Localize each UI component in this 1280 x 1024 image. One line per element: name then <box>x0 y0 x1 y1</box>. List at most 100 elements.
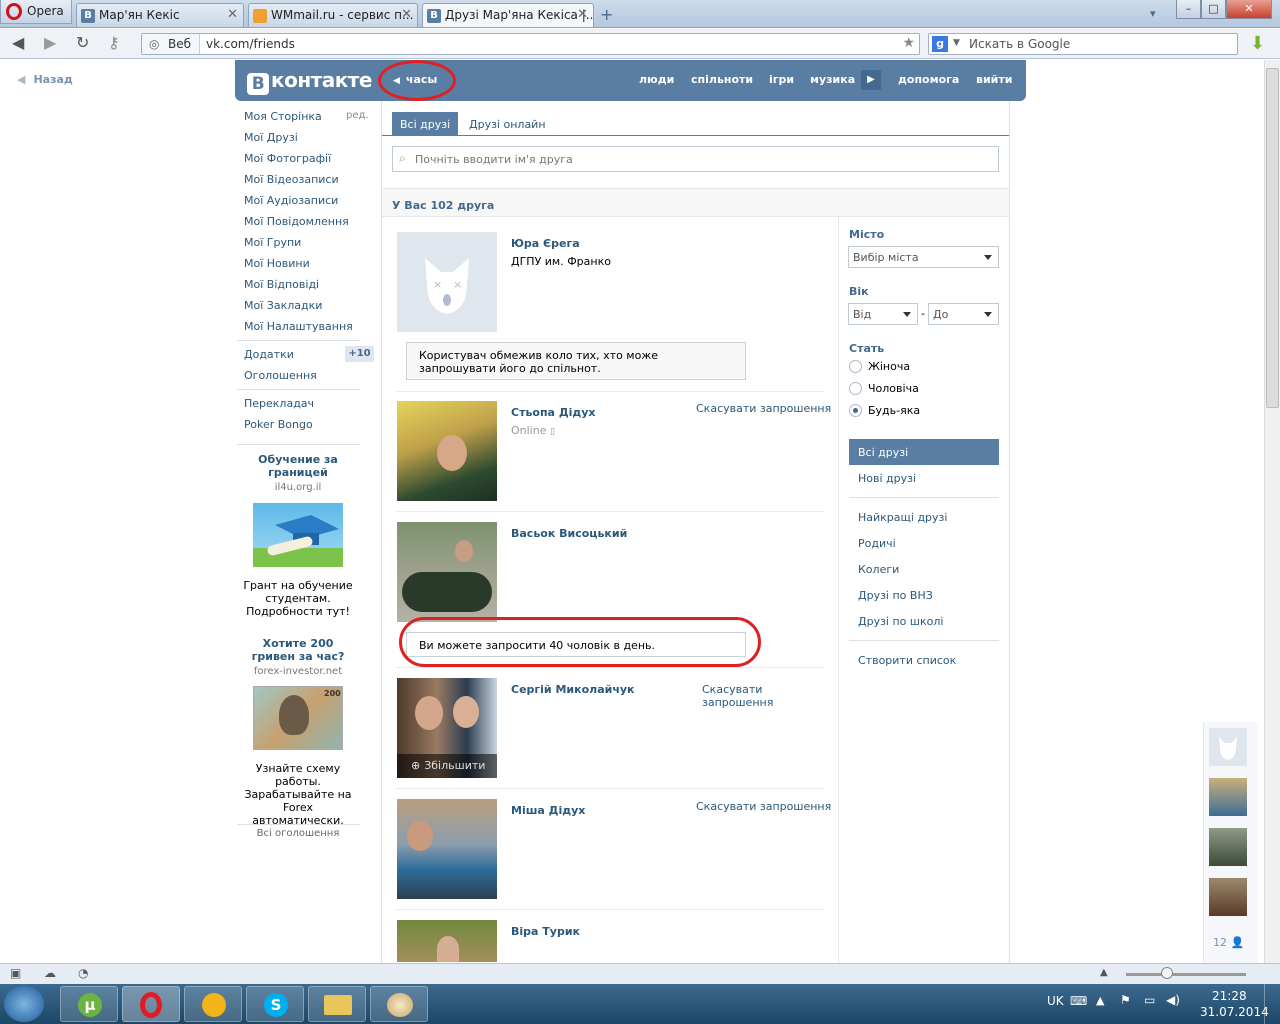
ad-title[interactable]: Хотите 200 гривен за час? <box>240 637 356 663</box>
start-button[interactable] <box>4 986 44 1022</box>
menu-audios[interactable]: Мої Аудіозаписи <box>244 194 338 207</box>
skype-taskbar-button[interactable]: S <box>246 986 304 1022</box>
menu-bookmarks[interactable]: Мої Закладки <box>244 299 322 312</box>
radio-male[interactable] <box>849 382 862 395</box>
key-icon[interactable]: ⚷ <box>108 35 120 51</box>
reload-icon[interactable]: ↻ <box>76 35 89 51</box>
nav-communities[interactable]: спільноти <box>691 73 753 86</box>
friend-search-input[interactable]: ⌕ Почніть вводити ім'я друга <box>392 146 999 172</box>
search-field[interactable]: g ▼ Искать в Google <box>928 33 1238 55</box>
list-school-friends[interactable]: Друзі по школі <box>858 615 943 628</box>
tab-menu-icon[interactable]: ▾ <box>1150 7 1156 20</box>
menu-groups[interactable]: Мої Групи <box>244 236 301 249</box>
download-icon[interactable]: ⬇ <box>1250 33 1265 54</box>
online-friend-avatar[interactable] <box>1209 728 1247 766</box>
page-scrollbar[interactable] <box>1264 60 1280 963</box>
tray-expand-icon[interactable]: ▲ <box>1096 994 1104 1007</box>
menu-photos[interactable]: Мої Фотографії <box>244 152 331 165</box>
menu-messages[interactable]: Мої Повідомлення <box>244 215 349 228</box>
minimize-button[interactable]: – <box>1176 0 1201 19</box>
back-arrow-icon[interactable]: ◀ <box>12 35 24 51</box>
cloud-icon[interactable]: ☁ <box>44 966 56 980</box>
list-best-friends[interactable]: Найкращі друзі <box>858 511 947 524</box>
nav-logout[interactable]: вийти <box>976 73 1012 86</box>
list-university-friends[interactable]: Друзі по ВНЗ <box>858 589 933 602</box>
menu-poker[interactable]: Poker Bongo <box>244 418 313 431</box>
chevron-down-icon[interactable]: ▼ <box>953 38 960 48</box>
close-icon[interactable]: ✕ <box>577 7 588 22</box>
avatar[interactable] <box>397 920 497 962</box>
paint-taskbar-button[interactable] <box>370 986 428 1022</box>
forward-arrow-icon[interactable]: ▶ <box>44 35 56 51</box>
list-relatives[interactable]: Родичі <box>858 537 896 550</box>
radio-label[interactable]: Чоловіча <box>868 382 919 395</box>
browser-tab[interactable]: WMmail.ru - сервис п... ✕ <box>248 3 418 27</box>
avatar[interactable] <box>397 522 497 622</box>
city-select[interactable]: Вибір міста <box>848 246 999 268</box>
avatar[interactable]: ⊕ Збільшити <box>397 678 497 778</box>
utorrent-taskbar-button[interactable]: µ <box>60 986 118 1022</box>
ad-image-banknote[interactable]: 200 <box>253 686 343 750</box>
age-to-select[interactable]: До <box>928 303 999 325</box>
menu-friends[interactable]: Мої Друзі <box>244 131 298 144</box>
close-icon[interactable]: ✕ <box>401 7 412 22</box>
close-window-button[interactable]: ✕ <box>1226 0 1272 19</box>
zoom-out-icon[interactable]: ▲ <box>1100 967 1108 978</box>
online-friend-avatar[interactable] <box>1209 828 1247 866</box>
friend-name[interactable]: Юра Єрега <box>511 237 580 250</box>
cancel-invite-link[interactable]: Скасувати запрошення <box>702 683 792 709</box>
friend-name[interactable]: Васьок Висоцький <box>511 527 627 540</box>
radio-label[interactable]: Будь-яка <box>868 404 920 417</box>
show-desktop-button[interactable] <box>1264 984 1280 1024</box>
nav-games[interactable]: ігри <box>769 73 794 86</box>
friend-name[interactable]: Віра Турик <box>511 925 580 938</box>
list-colleagues[interactable]: Колеги <box>858 563 899 576</box>
tab-friends-online[interactable]: Друзі онлайн <box>461 112 554 136</box>
scrollbar-thumb[interactable] <box>1266 68 1279 408</box>
opera-taskbar-button[interactable] <box>122 986 180 1022</box>
radio-female[interactable] <box>849 360 862 373</box>
ad-text[interactable]: Грант на обучение студентам. Подробности… <box>240 579 356 618</box>
menu-settings[interactable]: Мої Налаштування <box>244 320 353 333</box>
close-icon[interactable]: ✕ <box>227 7 238 22</box>
nav-music[interactable]: музика <box>810 73 855 86</box>
age-from-select[interactable]: Від <box>848 303 918 325</box>
menu-news[interactable]: Мої Новини <box>244 257 310 270</box>
menu-ads[interactable]: Оголошення <box>244 369 317 382</box>
maximize-button[interactable]: □ <box>1201 0 1226 19</box>
online-friend-avatar[interactable] <box>1209 778 1247 816</box>
list-all-friends[interactable]: Всі друзі <box>858 446 908 459</box>
play-icon[interactable]: ▶ <box>861 70 881 90</box>
ad-text[interactable]: Узнайте схему работы. Зарабатывайте на F… <box>240 762 356 827</box>
friend-name[interactable]: Міша Дідух <box>511 804 585 817</box>
volume-icon[interactable]: ◀) <box>1166 993 1180 1007</box>
radio-label[interactable]: Жіноча <box>868 360 910 373</box>
speedometer-icon[interactable]: ◔ <box>78 966 88 980</box>
clock-time[interactable]: 21:28 <box>1212 989 1247 1003</box>
back-link[interactable]: ◀ Назад <box>17 73 73 86</box>
clock-date[interactable]: 31.07.2014 <box>1200 1005 1269 1019</box>
create-list-link[interactable]: Створити список <box>858 654 956 667</box>
avatar[interactable] <box>397 401 497 501</box>
explorer-taskbar-button[interactable] <box>308 986 366 1022</box>
all-ads-link[interactable]: Всі оголошення <box>240 828 356 839</box>
menu-videos[interactable]: Мої Відеозаписи <box>244 173 339 186</box>
edit-link[interactable]: ред. <box>346 110 369 121</box>
avatar[interactable] <box>397 799 497 899</box>
language-indicator[interactable]: UK <box>1047 994 1064 1008</box>
cancel-invite-link[interactable]: Скасувати запрошення <box>696 402 831 415</box>
online-friend-avatar[interactable] <box>1209 878 1247 916</box>
vk-logo[interactable]: Вконтакте <box>247 68 372 95</box>
radio-any[interactable] <box>849 404 862 417</box>
tab-all-friends[interactable]: Всі друзі <box>392 112 459 136</box>
new-tab-button[interactable]: + <box>600 5 613 24</box>
keyboard-icon[interactable]: ⌨ <box>1070 994 1087 1008</box>
panel-toggle-icon[interactable]: ▣ <box>10 966 21 980</box>
ad-image-graduation-cap[interactable] <box>253 503 343 567</box>
browser-tab-active[interactable]: В Друзі Мар'яна Кекіса |... ✕ <box>422 3 594 27</box>
action-center-flag-icon[interactable]: ⚑ <box>1120 993 1131 1007</box>
online-count[interactable]: 12 👤 <box>1213 936 1244 949</box>
menu-apps[interactable]: Додатки <box>244 348 294 361</box>
list-new-friends[interactable]: Нові друзі <box>858 472 916 485</box>
opera-menu-button[interactable]: Opera <box>0 0 72 24</box>
